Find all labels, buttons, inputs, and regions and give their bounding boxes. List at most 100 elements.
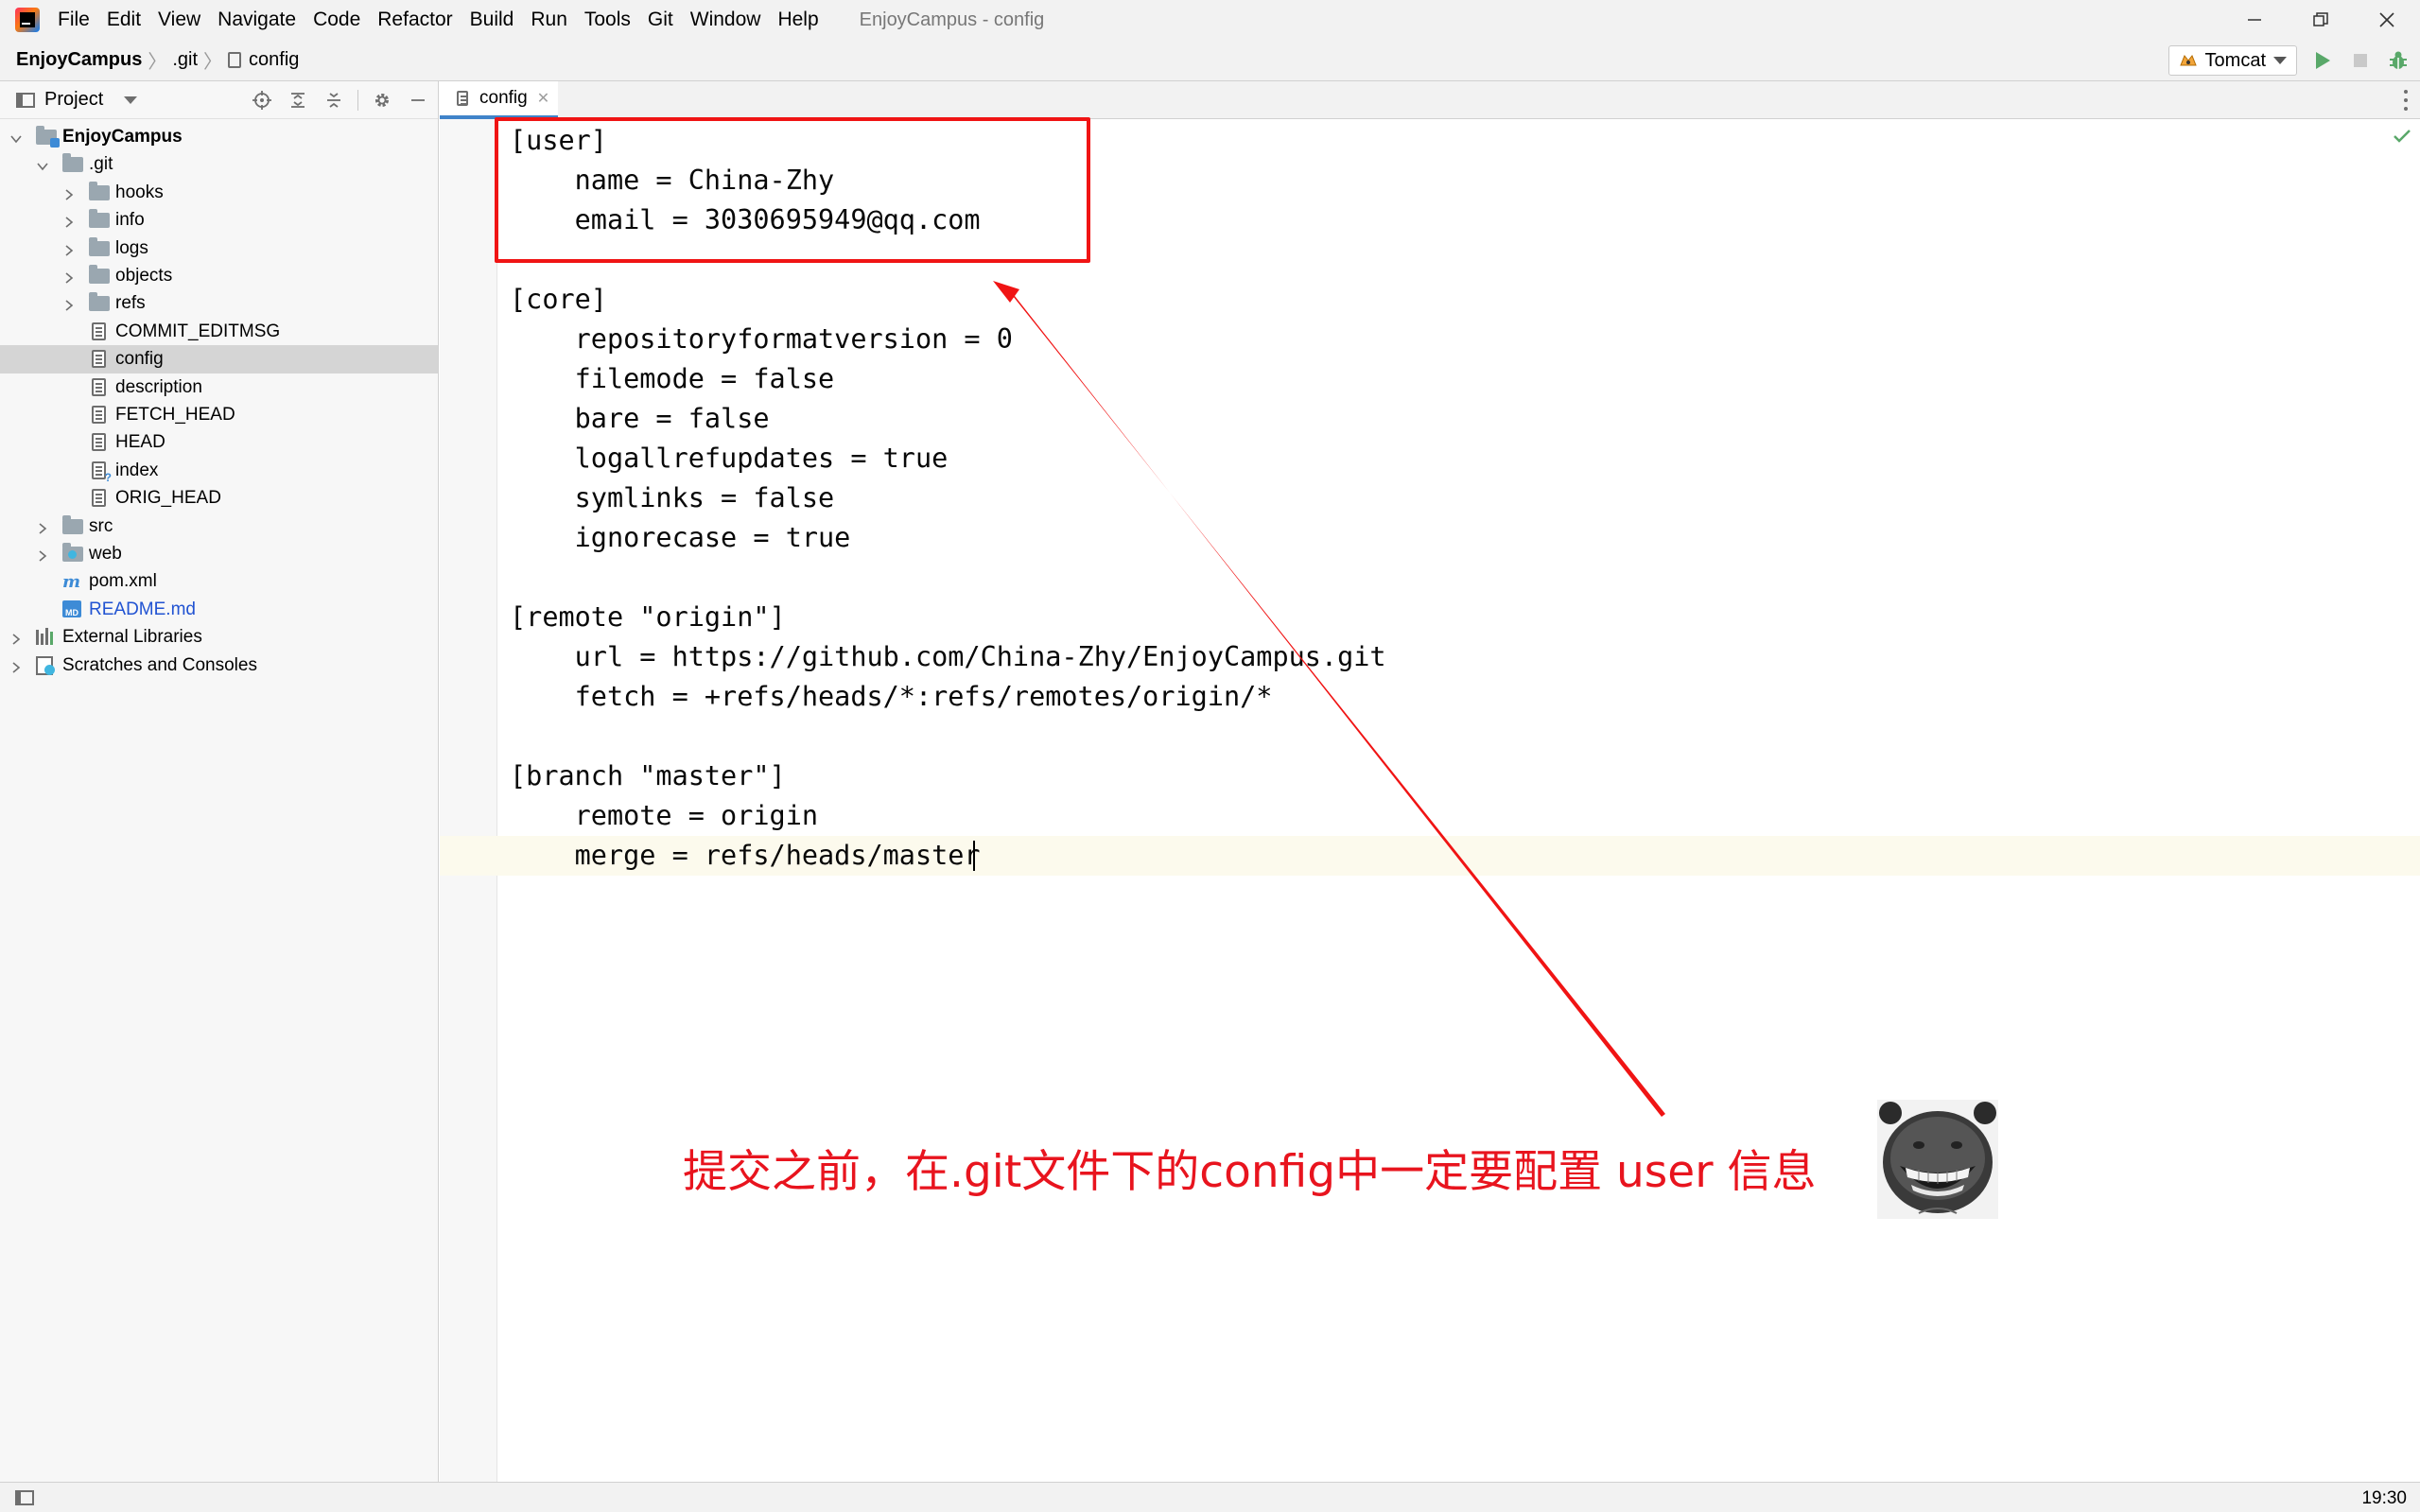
- breadcrumb-separator: 〉: [203, 52, 223, 73]
- collapse-all-button[interactable]: [322, 89, 346, 112]
- text-file-icon: [89, 377, 110, 397]
- checkmark-icon[interactable]: [2393, 129, 2411, 144]
- menu-items: File Edit View Navigate Code Refactor Build Run…: [49, 0, 827, 40]
- menu-window[interactable]: Window: [682, 0, 770, 40]
- project-tool-window: Project EnjoyCampus .git hooks info logs obje…: [0, 81, 439, 1482]
- code-line: [branch "master"]: [510, 760, 786, 791]
- gear-icon: [375, 94, 389, 107]
- annotation-highlight-box: [495, 117, 1090, 263]
- chevron-right-icon[interactable]: [36, 547, 49, 562]
- folder-icon: [89, 181, 110, 202]
- tree-item[interactable]: refs: [0, 289, 438, 318]
- tree-item-label: Scratches and Consoles: [62, 654, 257, 675]
- chevron-right-icon[interactable]: [9, 631, 23, 645]
- menu-build[interactable]: Build: [461, 0, 523, 40]
- menu-refactor[interactable]: Refactor: [369, 0, 461, 40]
- menu-edit[interactable]: Edit: [98, 0, 149, 40]
- chevron-down-icon[interactable]: [9, 130, 23, 144]
- run-configuration-select[interactable]: Tomcat: [2168, 45, 2297, 76]
- tree-item[interactable]: FETCH_HEAD: [0, 401, 438, 429]
- expand-all-button[interactable]: [286, 89, 310, 112]
- tree-item[interactable]: web: [0, 540, 438, 568]
- tree-item-label: COMMIT_EDITMSG: [115, 321, 281, 341]
- tree-item[interactable]: MD README.md: [0, 596, 438, 624]
- menu-file[interactable]: File: [49, 0, 98, 40]
- debug-button[interactable]: [2386, 48, 2411, 73]
- window-title: EnjoyCampus - config: [859, 9, 1045, 30]
- tree-item[interactable]: .git: [0, 150, 438, 179]
- tree-item-label: pom.xml: [89, 571, 157, 592]
- code-line: filemode = false: [510, 363, 835, 394]
- tree-item[interactable]: hooks: [0, 179, 438, 207]
- restore-button[interactable]: [2288, 0, 2354, 40]
- web-folder-icon: [62, 543, 83, 564]
- tree-item[interactable]: config: [0, 345, 438, 374]
- menu-run[interactable]: Run: [522, 0, 576, 40]
- tree-item-label: src: [89, 515, 113, 536]
- run-button[interactable]: [2310, 48, 2335, 73]
- tree-item[interactable]: External Libraries: [0, 623, 438, 652]
- close-window-button[interactable]: [2354, 0, 2420, 40]
- tree-item-label: web: [89, 544, 122, 564]
- tree-item[interactable]: COMMIT_EDITMSG: [0, 318, 438, 346]
- tree-item[interactable]: logs: [0, 235, 438, 263]
- chevron-right-icon[interactable]: [62, 214, 76, 228]
- tree-item[interactable]: m pom.xml: [0, 567, 438, 596]
- chevron-right-icon[interactable]: [62, 297, 76, 312]
- tree-item[interactable]: Scratches and Consoles: [0, 652, 438, 680]
- editor-tab-bar: config ✕: [440, 81, 2420, 119]
- tree-item[interactable]: src: [0, 513, 438, 541]
- project-header-tools: [250, 89, 430, 112]
- tree-item[interactable]: index: [0, 457, 438, 485]
- tool-windows-toggle-icon[interactable]: [15, 1490, 34, 1505]
- tab-config[interactable]: config ✕: [440, 81, 558, 119]
- scratches-icon: [36, 655, 57, 675]
- tree-item[interactable]: EnjoyCampus: [0, 123, 438, 151]
- expand-all-icon: [291, 93, 305, 108]
- caret-position[interactable]: 19:30: [2361, 1488, 2407, 1509]
- text-file-icon: [89, 322, 110, 341]
- menu-code[interactable]: Code: [305, 0, 369, 40]
- meme-face-sticker: [1877, 1100, 1998, 1219]
- code-line: logallrefupdates = true: [510, 443, 949, 474]
- tree-item[interactable]: HEAD: [0, 428, 438, 457]
- select-opened-file-button[interactable]: [250, 89, 274, 112]
- tree-item[interactable]: ORIG_HEAD: [0, 484, 438, 513]
- menu-help[interactable]: Help: [769, 0, 827, 40]
- bug-icon: [2390, 51, 2407, 69]
- minimize-button[interactable]: [2221, 0, 2288, 40]
- chevron-right-icon[interactable]: [36, 520, 49, 534]
- menu-tools[interactable]: Tools: [576, 0, 639, 40]
- chevron-right-icon[interactable]: [62, 269, 76, 284]
- breadcrumb-git[interactable]: .git: [172, 49, 198, 71]
- libraries-icon: [36, 628, 57, 647]
- chevron-right-icon[interactable]: [62, 242, 76, 256]
- hide-panel-button[interactable]: [406, 89, 430, 112]
- close-tab-icon[interactable]: ✕: [537, 89, 549, 108]
- editor-gutter: [440, 119, 497, 1482]
- chevron-down-icon[interactable]: [124, 96, 138, 104]
- breadcrumb-project[interactable]: EnjoyCampus: [16, 49, 142, 71]
- tree-item[interactable]: description: [0, 374, 438, 402]
- menu-navigate[interactable]: Navigate: [209, 0, 305, 40]
- project-settings-button[interactable]: [370, 89, 394, 112]
- tree-item-label: ORIG_HEAD: [115, 488, 221, 509]
- stop-button[interactable]: [2348, 48, 2373, 73]
- menu-git[interactable]: Git: [639, 0, 682, 40]
- collapse-all-icon: [327, 93, 340, 108]
- code-line: merge = refs/heads/master: [510, 840, 981, 871]
- code-line: bare = false: [510, 403, 770, 434]
- chevron-right-icon[interactable]: [9, 659, 23, 673]
- project-view-selector[interactable]: Project: [44, 89, 103, 111]
- more-tabs-icon[interactable]: [2403, 90, 2409, 111]
- chevron-down-icon[interactable]: [36, 158, 49, 171]
- tree-item[interactable]: objects: [0, 262, 438, 290]
- text-file-icon: [89, 406, 110, 425]
- chevron-right-icon[interactable]: [62, 186, 76, 200]
- tree-item[interactable]: info: [0, 206, 438, 235]
- tree-item-label: .git: [89, 154, 113, 175]
- text-file-icon: [89, 350, 110, 369]
- tree-item-label: README.md: [89, 599, 196, 619]
- breadcrumb-config[interactable]: config: [249, 49, 299, 71]
- menu-view[interactable]: View: [149, 0, 209, 40]
